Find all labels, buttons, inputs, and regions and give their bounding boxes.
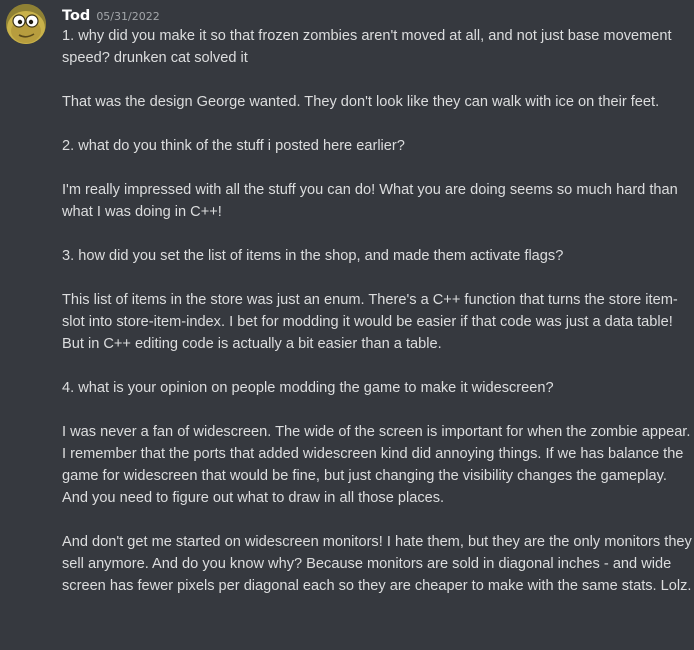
chat-message: Tod 05/31/2022 1. why did you make it so … [0, 0, 694, 650]
message-paragraph: That was the design George wanted. They … [62, 94, 660, 110]
cartoon-face-icon [6, 4, 46, 44]
message-paragraph: 1. why did you make it so that frozen zo… [62, 28, 672, 66]
message-paragraph: 2. what do you think of the stuff i post… [62, 138, 405, 154]
message-paragraph: I'm really impressed with all the stuff … [62, 182, 678, 220]
avatar[interactable] [6, 4, 46, 44]
message-content: 1. why did you make it so that frozen zo… [62, 25, 694, 597]
timestamp: 05/31/2022 [96, 10, 160, 23]
message-paragraph: This list of items in the store was just… [62, 292, 678, 352]
message-paragraph: And don't get me started on widescreen m… [62, 534, 692, 594]
username[interactable]: Tod [62, 8, 90, 24]
message-paragraph: I was never a fan of widescreen. The wid… [62, 424, 691, 506]
message-paragraph: 3. how did you set the list of items in … [62, 248, 564, 264]
message-paragraph: 4. what is your opinion on people moddin… [62, 380, 554, 396]
message-header: Tod 05/31/2022 [62, 5, 160, 25]
